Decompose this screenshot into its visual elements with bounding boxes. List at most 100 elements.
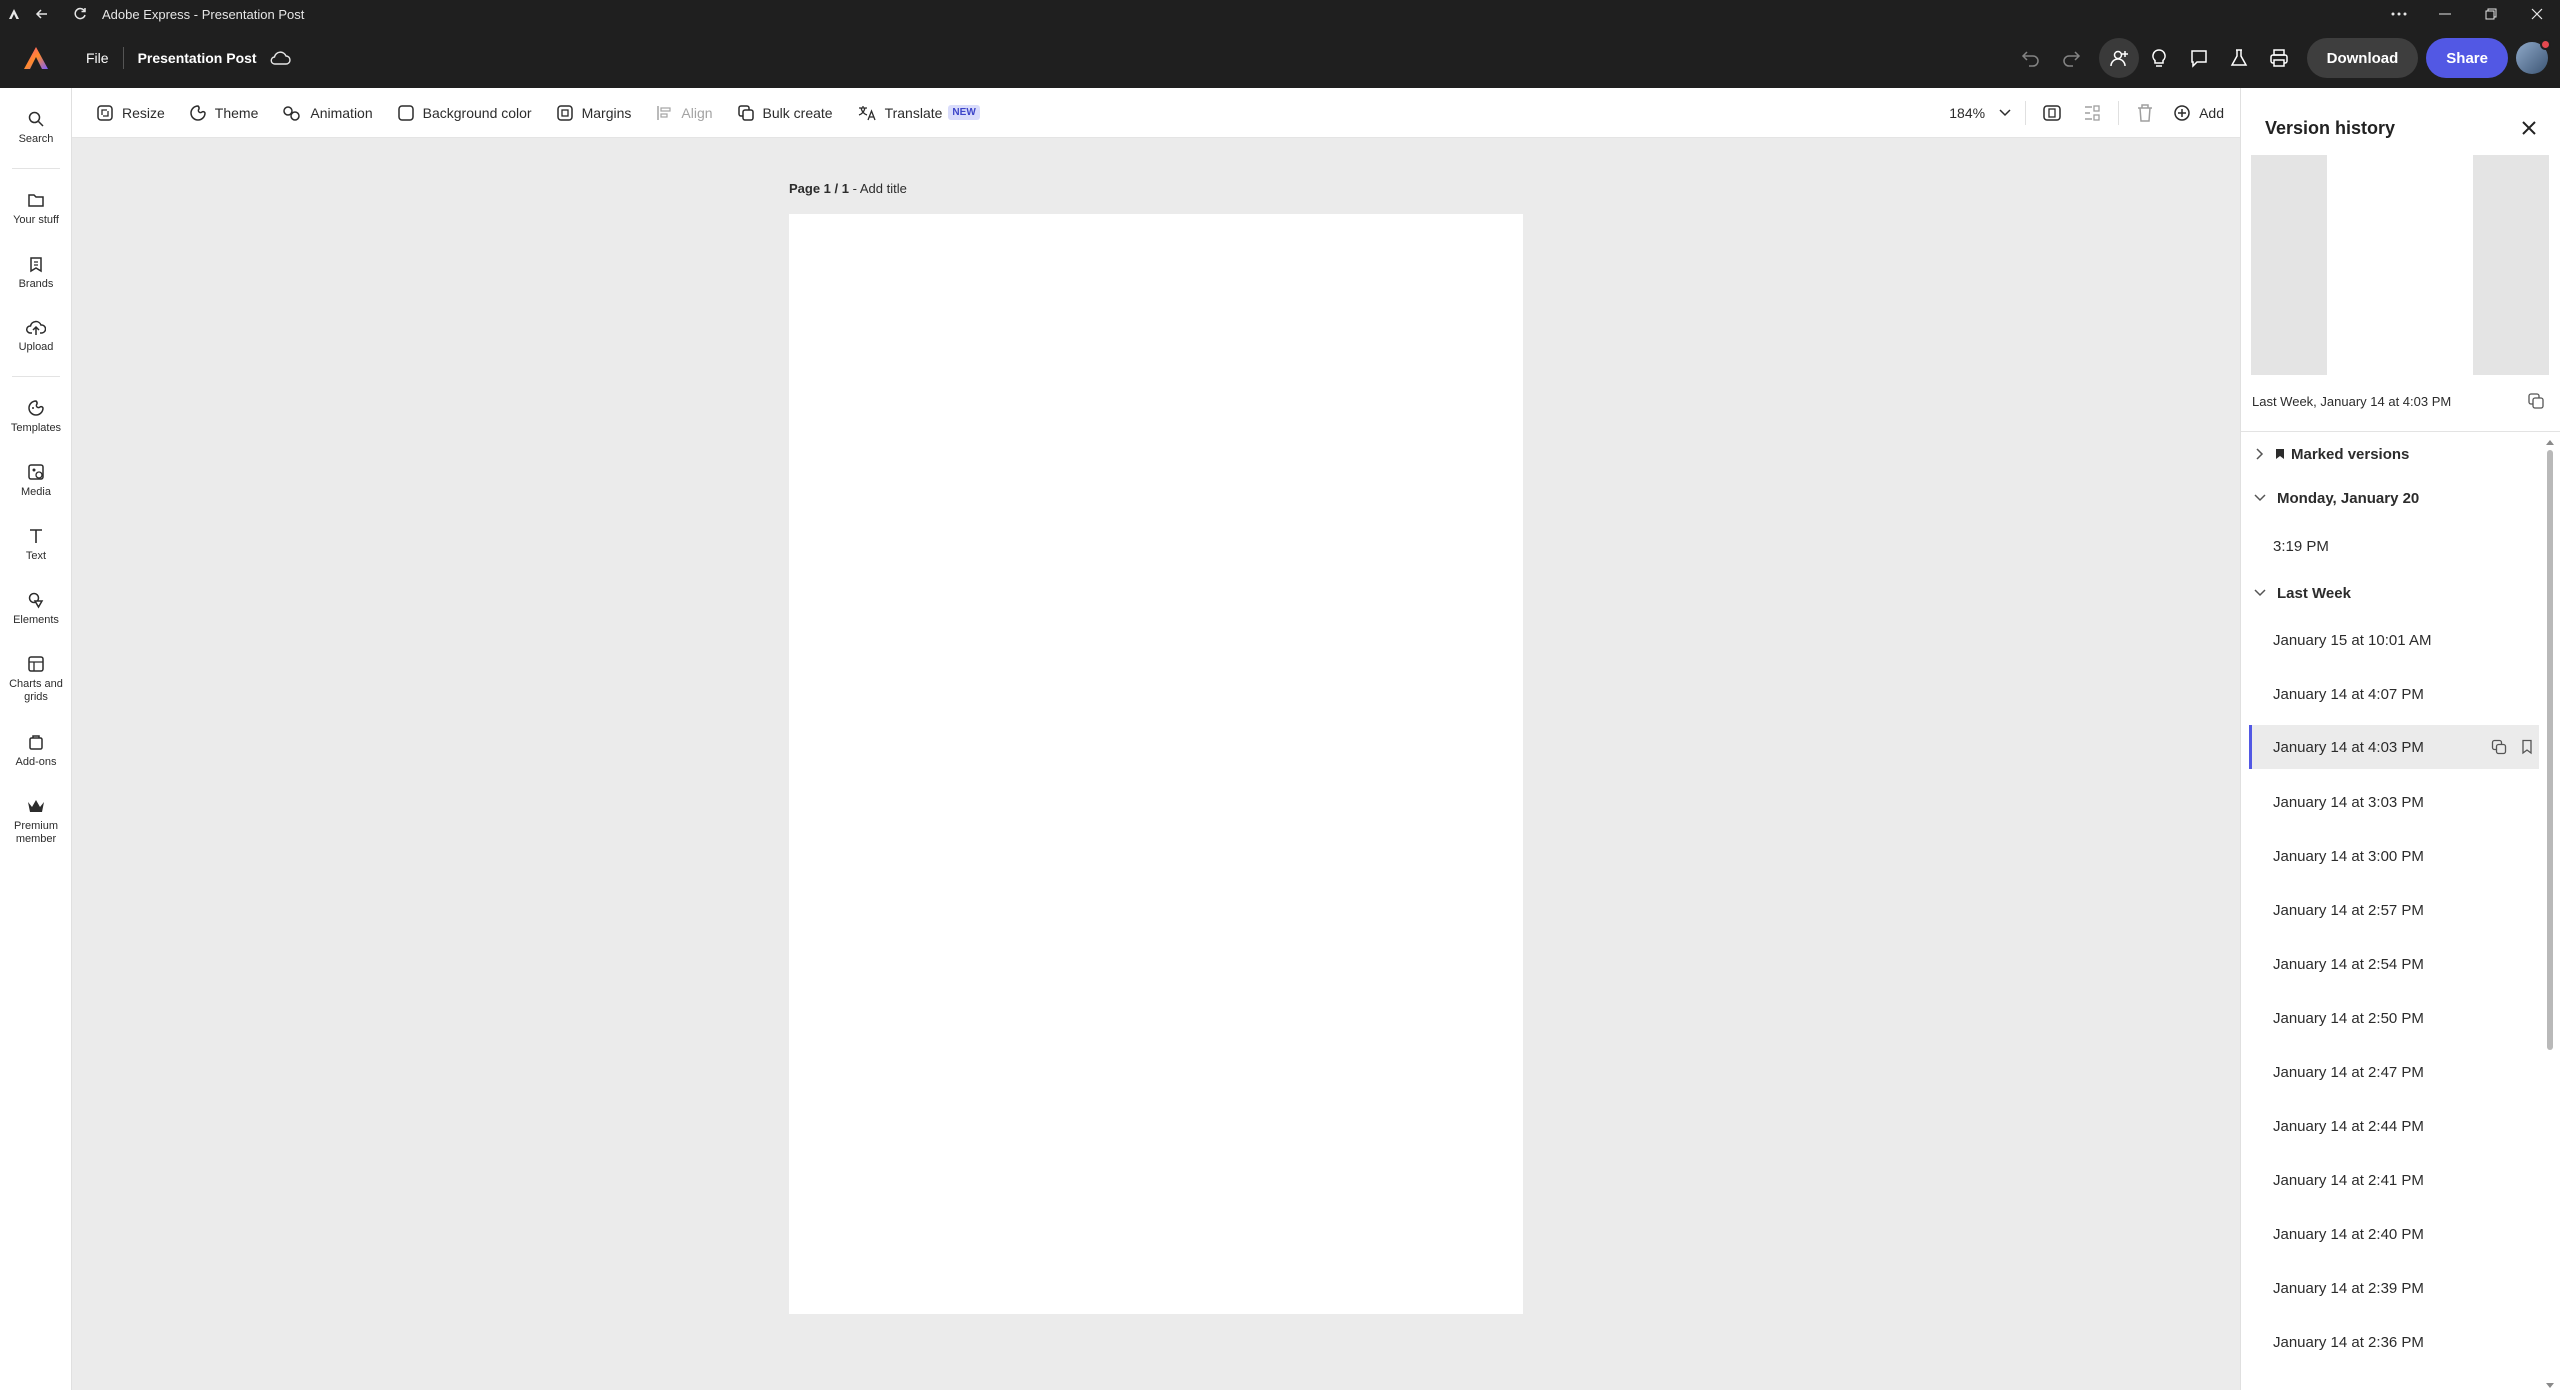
scrollbar-thumb[interactable]: [2547, 450, 2553, 1050]
sidebar-item-brands[interactable]: Brands: [0, 255, 72, 291]
duplicate-icon[interactable]: [2527, 392, 2545, 410]
version-item[interactable]: January 14 at 2:40 PM: [2249, 1212, 2539, 1256]
group-label: Monday, January 20: [2277, 489, 2420, 507]
print-icon[interactable]: [2259, 38, 2299, 78]
invite-user-icon[interactable]: [2098, 38, 2139, 78]
bulk-create-button[interactable]: Bulk create: [725, 95, 845, 131]
version-time: January 15 at 10:01 AM: [2273, 631, 2432, 649]
version-item[interactable]: 3:19 PM: [2249, 524, 2539, 568]
bookmark-icon: [2275, 448, 2285, 460]
palette-icon: [190, 104, 206, 121]
arrange-icon[interactable]: [2072, 93, 2112, 133]
scroll-up-arrow-icon[interactable]: [2545, 438, 2555, 446]
charts-icon: [28, 656, 44, 672]
scroll-down-arrow-icon[interactable]: [2545, 1382, 2555, 1390]
version-item[interactable]: January 14 at 2:36 PM: [2249, 1320, 2539, 1364]
version-time: 3:19 PM: [2273, 537, 2329, 555]
resize-button[interactable]: Resize: [84, 95, 177, 131]
version-list-scrollbar[interactable]: [2545, 438, 2555, 1390]
version-item[interactable]: January 14 at 2:54 PM: [2249, 942, 2539, 986]
version-time: January 14 at 2:44 PM: [2273, 1117, 2424, 1135]
version-item[interactable]: January 14 at 2:41 PM: [2249, 1158, 2539, 1202]
version-item[interactable]: January 14 at 2:39 PM: [2249, 1266, 2539, 1310]
version-item[interactable]: January 14 at 3:00 PM: [2249, 834, 2539, 878]
experiment-flask-icon[interactable]: [2219, 38, 2259, 78]
version-item[interactable]: January 14 at 2:50 PM: [2249, 996, 2539, 1040]
sidebar-item-upload[interactable]: Upload: [0, 318, 72, 354]
sidebar-item-your-stuff[interactable]: Your stuff: [0, 191, 72, 227]
animation-icon: [283, 105, 301, 121]
resize-label: Resize: [122, 104, 165, 121]
background-color-button[interactable]: Background color: [385, 95, 544, 131]
sidebar-item-label: Charts and grids: [9, 678, 63, 703]
group-label: Last Week: [2277, 584, 2351, 602]
minimize-icon[interactable]: [2422, 0, 2468, 28]
page-title-bar: Page 1 / 1 - Add title: [789, 181, 907, 196]
version-item[interactable]: January 14 at 3:03 PM: [2249, 780, 2539, 824]
version-item[interactable]: January 14 at 2:57 PM: [2249, 888, 2539, 932]
version-preview: [2251, 155, 2549, 375]
download-button[interactable]: Download: [2306, 38, 2419, 78]
version-item-selected[interactable]: January 14 at 4:03 PM: [2249, 725, 2539, 769]
refresh-icon[interactable]: [66, 0, 94, 28]
zoom-dropdown[interactable]: 184%: [1941, 105, 2019, 121]
align-icon: [657, 105, 671, 120]
background-color-icon: [397, 104, 414, 121]
sidebar-item-charts-and-grids[interactable]: Charts and grids: [0, 655, 72, 704]
bulk-create-icon: [737, 104, 754, 121]
delete-icon[interactable]: [2125, 93, 2165, 133]
close-icon[interactable]: [2517, 116, 2541, 140]
bookmark-icon[interactable]: [2521, 739, 2533, 755]
panel-title: Version history: [2265, 118, 2396, 138]
undo-icon[interactable]: [2011, 38, 2051, 78]
translate-button[interactable]: Translate NEW: [845, 95, 992, 131]
comments-icon[interactable]: [2179, 38, 2219, 78]
sidebar-item-elements[interactable]: Elements: [0, 591, 72, 627]
close-window-icon[interactable]: [2514, 0, 2560, 28]
share-button[interactable]: Share: [2426, 38, 2508, 78]
back-arrow-icon[interactable]: [28, 0, 56, 28]
align-button[interactable]: Align: [643, 95, 724, 131]
add-button[interactable]: Add: [2165, 95, 2240, 131]
version-item[interactable]: January 14 at 4:07 PM: [2249, 672, 2539, 716]
group-last-week[interactable]: Last Week: [2249, 571, 2539, 615]
adobe-express-logo[interactable]: [0, 28, 72, 88]
app-header: File Presentation Post Download Share: [0, 28, 2560, 88]
theme-button[interactable]: Theme: [177, 95, 271, 131]
sidebar-item-templates[interactable]: Templates: [0, 399, 72, 435]
file-menu[interactable]: File: [72, 50, 123, 66]
group-marked-versions[interactable]: Marked versions: [2249, 432, 2539, 476]
duplicate-icon[interactable]: [2491, 739, 2507, 755]
sidebar-item-add-ons[interactable]: Add-ons: [0, 733, 72, 769]
user-avatar[interactable]: [2516, 39, 2551, 74]
version-time: January 14 at 2:41 PM: [2273, 1171, 2424, 1189]
sidebar-item-text[interactable]: Text: [0, 527, 72, 563]
page-layers-icon[interactable]: [2032, 93, 2072, 133]
version-time: January 14 at 3:00 PM: [2273, 847, 2424, 865]
sidebar-item-search[interactable]: Search: [0, 110, 72, 146]
lightbulb-icon[interactable]: [2139, 38, 2179, 78]
more-options-icon[interactable]: [2376, 0, 2422, 28]
version-time: January 14 at 2:50 PM: [2273, 1009, 2424, 1027]
toolbar-divider: [2118, 101, 2120, 125]
document-title[interactable]: Presentation Post: [134, 50, 265, 66]
version-item[interactable]: January 15 at 10:01 AM: [2249, 618, 2539, 662]
margins-button[interactable]: Margins: [544, 95, 644, 131]
sidebar-item-premium-member[interactable]: Premium member: [0, 797, 72, 846]
sidebar-item-label: Text: [25, 550, 47, 562]
sidebar-item-label: Templates: [10, 422, 62, 434]
sidebar-item-media[interactable]: Media: [0, 463, 72, 499]
animation-button[interactable]: Animation: [270, 95, 384, 131]
notification-dot: [2540, 39, 2551, 50]
add-title-link[interactable]: - Add title: [853, 181, 907, 196]
version-item[interactable]: January 14 at 2:47 PM: [2249, 1050, 2539, 1094]
group-monday-january-20[interactable]: Monday, January 20: [2249, 476, 2539, 520]
redo-icon[interactable]: [2051, 38, 2091, 78]
sidebar-item-label: Elements: [13, 614, 59, 626]
design-page[interactable]: [789, 214, 1523, 1314]
elements-icon: [28, 592, 44, 609]
restore-icon[interactable]: [2468, 0, 2514, 28]
version-item[interactable]: January 14 at 2:44 PM: [2249, 1104, 2539, 1148]
cloud-sync-icon[interactable]: [269, 50, 291, 66]
margins-icon: [556, 104, 573, 121]
